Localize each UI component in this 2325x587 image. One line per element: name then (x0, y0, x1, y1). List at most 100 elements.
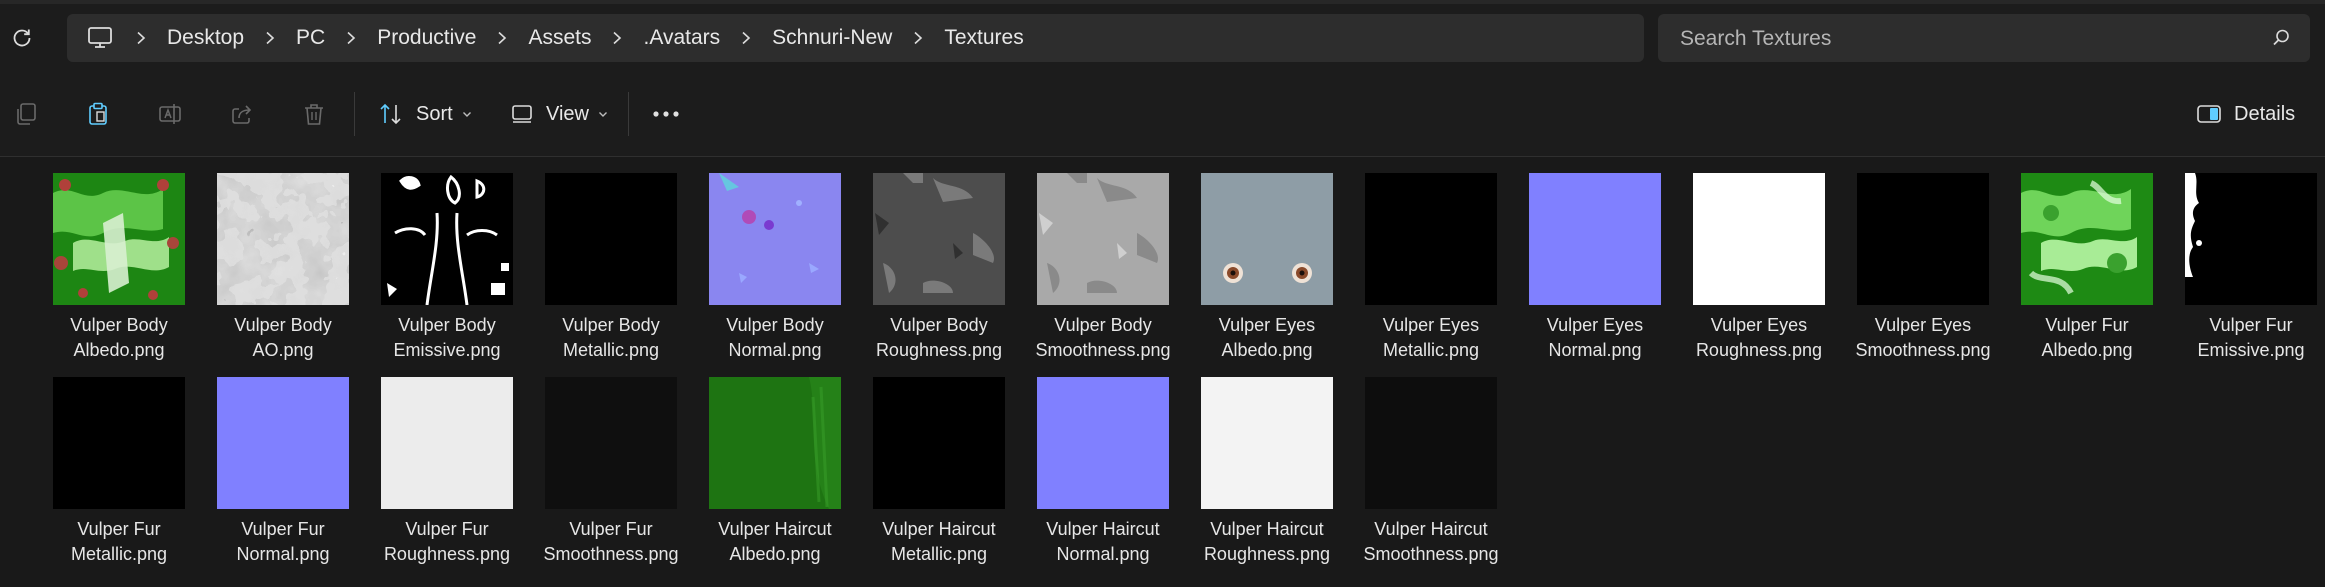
toolbar-divider (354, 92, 355, 136)
file-name: Vulper Body Normal.png (693, 313, 857, 363)
file-name-line: Vulper Body (398, 315, 496, 335)
refresh-icon[interactable] (8, 24, 36, 52)
file-item[interactable]: Vulper Body Normal.png (693, 173, 857, 363)
breadcrumb-chevron-icon[interactable] (480, 14, 524, 62)
file-item[interactable]: Vulper Haircut Metallic.png (857, 377, 1021, 567)
file-name: Vulper Body AO.png (201, 313, 365, 363)
file-item[interactable]: Vulper Eyes Albedo.png (1185, 173, 1349, 363)
share-icon[interactable] (226, 98, 258, 130)
file-item[interactable]: Vulper Fur Emissive.png (2169, 173, 2325, 363)
file-item[interactable]: Vulper Haircut Smoothness.png (1349, 377, 1513, 567)
file-item[interactable]: Vulper Haircut Roughness.png (1185, 377, 1349, 567)
breadcrumb-chevron-icon[interactable] (724, 14, 768, 62)
file-thumbnail[interactable] (1513, 173, 1677, 305)
file-thumbnail[interactable] (693, 377, 857, 509)
file-thumbnail[interactable] (201, 173, 365, 305)
file-thumbnail[interactable] (1021, 173, 1185, 305)
file-name-line: Vulper Fur (405, 519, 489, 539)
toolbar-divider (628, 92, 629, 136)
view-button[interactable]: View (510, 94, 609, 134)
breadcrumb-chevron-icon[interactable] (119, 14, 163, 62)
file-item[interactable]: Vulper Fur Metallic.png (37, 377, 201, 567)
file-thumbnail[interactable] (37, 173, 201, 305)
file-item[interactable]: Vulper Body AO.png (201, 173, 365, 363)
file-item[interactable]: Vulper Fur Normal.png (201, 377, 365, 567)
file-thumbnail[interactable] (1021, 377, 1185, 509)
file-name-line: Smoothness.png (1855, 340, 1991, 360)
delete-icon[interactable] (298, 98, 330, 130)
breadcrumb-item[interactable]: Productive (373, 26, 480, 50)
file-name: Vulper Eyes Smoothness.png (1841, 313, 2005, 363)
file-item[interactable]: Vulper Body Roughness.png (857, 173, 1021, 363)
file-item[interactable]: Vulper Body Emissive.png (365, 173, 529, 363)
file-thumbnail[interactable] (201, 377, 365, 509)
breadcrumb-item[interactable]: Schnuri-New (768, 26, 896, 50)
file-thumbnail[interactable] (529, 173, 693, 305)
breadcrumb-item[interactable]: Textures (940, 26, 1027, 50)
file-name: Vulper Haircut Normal.png (1021, 517, 1185, 567)
file-name-line: Metallic.png (890, 544, 988, 564)
breadcrumb-chevron-icon[interactable] (329, 14, 373, 62)
breadcrumb-chevron-icon[interactable] (595, 14, 639, 62)
file-item[interactable]: Vulper Body Metallic.png (529, 173, 693, 363)
sort-button[interactable]: Sort (378, 94, 473, 134)
sort-label: Sort (416, 102, 453, 125)
file-thumbnail[interactable] (693, 173, 857, 305)
file-name-line: Roughness.png (1203, 544, 1331, 564)
file-thumbnail[interactable] (1349, 377, 1513, 509)
breadcrumb-chevron-icon[interactable] (896, 14, 940, 62)
file-item[interactable]: Vulper Eyes Normal.png (1513, 173, 1677, 363)
file-item[interactable]: Vulper Fur Albedo.png (2005, 173, 2169, 363)
file-name: Vulper Body Roughness.png (857, 313, 1021, 363)
file-thumbnail[interactable] (2169, 173, 2325, 305)
file-item[interactable]: Vulper Body Albedo.png (37, 173, 201, 363)
file-item[interactable]: Vulper Haircut Normal.png (1021, 377, 1185, 567)
file-thumbnail[interactable] (37, 377, 201, 509)
file-thumbnail[interactable] (365, 377, 529, 509)
file-name: Vulper Fur Metallic.png (37, 517, 201, 567)
this-pc-icon[interactable] (85, 23, 115, 53)
file-thumbnail[interactable] (2005, 173, 2169, 305)
breadcrumb-item[interactable]: Desktop (163, 26, 248, 50)
file-thumbnail[interactable] (1185, 377, 1349, 509)
file-item[interactable]: Vulper Eyes Roughness.png (1677, 173, 1841, 363)
breadcrumb-item[interactable]: Assets (524, 26, 595, 50)
file-thumbnail[interactable] (365, 173, 529, 305)
file-item[interactable]: Vulper Fur Roughness.png (365, 377, 529, 567)
file-name-line: Vulper Body (70, 315, 168, 335)
file-thumbnail[interactable] (1841, 173, 2005, 305)
rename-icon[interactable] (154, 98, 186, 130)
file-thumbnail[interactable] (1677, 173, 1841, 305)
file-item[interactable]: Vulper Fur Smoothness.png (529, 377, 693, 567)
copy-icon[interactable] (10, 98, 42, 130)
paste-icon[interactable] (82, 98, 114, 130)
file-name-line: Normal.png (1056, 544, 1150, 564)
chevron-down-icon (462, 112, 471, 117)
search-icon[interactable] (2270, 27, 2292, 49)
details-button[interactable]: Details (2196, 94, 2295, 134)
file-name: Vulper Body Albedo.png (37, 313, 201, 363)
file-item[interactable]: Vulper Eyes Smoothness.png (1841, 173, 2005, 363)
search-box[interactable]: Search Textures (1658, 14, 2310, 62)
breadcrumb-item[interactable]: PC (292, 26, 329, 50)
file-thumbnail[interactable] (857, 173, 1021, 305)
file-name-line: Albedo.png (1221, 340, 1313, 360)
file-item[interactable]: Vulper Haircut Albedo.png (693, 377, 857, 567)
file-thumbnail[interactable] (529, 377, 693, 509)
file-name-line: Vulper Body (726, 315, 824, 335)
file-item[interactable]: Vulper Body Smoothness.png (1021, 173, 1185, 363)
file-name-line: Normal.png (728, 340, 822, 360)
file-name: Vulper Eyes Normal.png (1513, 313, 1677, 363)
search-input[interactable]: Search Textures (1680, 27, 1831, 51)
file-thumbnail[interactable] (857, 377, 1021, 509)
more-options-icon[interactable] (650, 98, 682, 130)
breadcrumb-item[interactable]: .Avatars (639, 26, 724, 50)
view-label: View (546, 102, 589, 125)
file-thumbnail[interactable] (1349, 173, 1513, 305)
file-name: Vulper Fur Roughness.png (365, 517, 529, 567)
address-bar[interactable]: Desktop PC Productive Assets .Avatars Schnuri… (67, 14, 1644, 62)
file-item[interactable]: Vulper Eyes Metallic.png (1349, 173, 1513, 363)
file-thumbnail[interactable] (1185, 173, 1349, 305)
file-name: Vulper Fur Albedo.png (2005, 313, 2169, 363)
breadcrumb-chevron-icon[interactable] (248, 14, 292, 62)
